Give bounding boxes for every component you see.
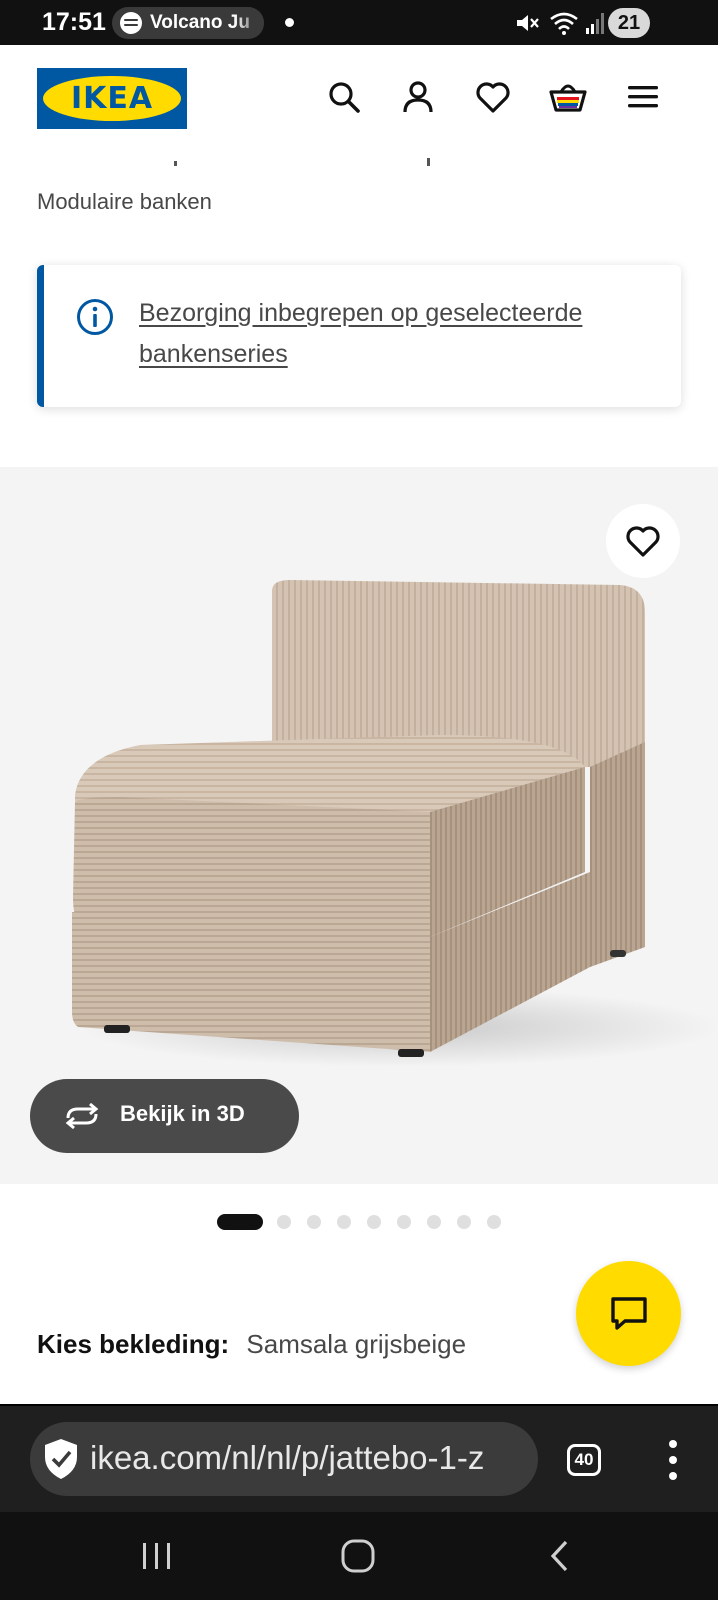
status-bar: 17:51 Volcano Ju 21 — [0, 0, 718, 45]
logo-text: IKEA — [70, 81, 154, 116]
cover-selector[interactable]: Kies bekleding: Samsala grijsbeige — [37, 1329, 466, 1360]
spotify-icon — [120, 12, 142, 34]
url-text: ikea.com/nl/nl/p/jattebo-1-z — [90, 1439, 485, 1476]
browser-toolbar: ikea.com/nl/nl/p/jattebo-1-z 40 — [0, 1404, 718, 1512]
cover-label: Kies bekleding: — [37, 1329, 230, 1359]
cart-icon[interactable] — [548, 77, 588, 117]
save-to-favorites-button[interactable] — [606, 504, 680, 578]
ikea-logo[interactable]: IKEA — [37, 68, 187, 129]
carousel-dot[interactable] — [277, 1215, 291, 1229]
system-navigation-bar — [0, 1512, 718, 1600]
spotify-now-playing-chip[interactable]: Volcano Ju — [112, 7, 264, 39]
chat-icon — [610, 1296, 647, 1330]
cover-value: Samsala grijsbeige — [246, 1329, 467, 1359]
view-in-3d-label: Bekijk in 3D — [120, 1101, 245, 1126]
back-icon[interactable] — [530, 1532, 590, 1580]
carousel-dot[interactable] — [397, 1215, 411, 1229]
account-icon[interactable] — [398, 77, 438, 117]
view-in-3d-button[interactable]: Bekijk in 3D — [30, 1079, 299, 1153]
mute-icon — [517, 15, 539, 31]
status-time: 17:51 — [42, 8, 106, 36]
tab-switcher-button[interactable]: 40 — [567, 1444, 601, 1476]
carousel-dot[interactable] — [457, 1215, 471, 1229]
signal-icon — [586, 13, 604, 34]
favorites-icon[interactable] — [473, 77, 513, 117]
battery-indicator: 21 — [608, 8, 650, 38]
delivery-info-banner[interactable]: Bezorging inbegrepen op geselecteerde ba… — [37, 265, 681, 407]
search-icon[interactable] — [324, 77, 364, 117]
carousel-dot[interactable] — [487, 1215, 501, 1229]
image-carousel-indicator — [0, 1213, 718, 1231]
product-image-gallery[interactable]: Bekijk in 3D — [0, 467, 718, 1184]
carousel-dot[interactable] — [337, 1215, 351, 1229]
scrolled-breadcrumb-remnant — [37, 150, 677, 166]
delivery-info-link[interactable]: Bezorging inbegrepen op geselecteerde ba… — [139, 293, 659, 375]
wifi-icon — [550, 12, 578, 35]
chat-button[interactable] — [576, 1261, 681, 1366]
recent-apps-icon[interactable] — [127, 1532, 187, 1580]
category-link[interactable]: Modulaire banken — [37, 189, 212, 215]
clipped-text-glyphs — [174, 158, 430, 166]
carousel-dot-active[interactable] — [217, 1214, 263, 1230]
notification-dot — [285, 18, 294, 27]
rotate-3d-icon — [65, 1102, 99, 1130]
address-bar[interactable]: ikea.com/nl/nl/p/jattebo-1-z — [30, 1422, 538, 1496]
browser-menu-icon[interactable] — [661, 1440, 685, 1480]
heart-icon — [626, 526, 660, 557]
carousel-dot[interactable] — [307, 1215, 321, 1229]
site-header: IKEA — [0, 45, 718, 150]
carousel-dot[interactable] — [367, 1215, 381, 1229]
carousel-dot[interactable] — [427, 1215, 441, 1229]
menu-icon[interactable] — [623, 77, 663, 117]
home-icon[interactable] — [328, 1532, 388, 1580]
label-fade — [234, 7, 264, 39]
shield-check-icon — [45, 1439, 77, 1479]
info-icon — [77, 299, 113, 335]
modular-sofa-seat-image — [72, 580, 718, 1067]
